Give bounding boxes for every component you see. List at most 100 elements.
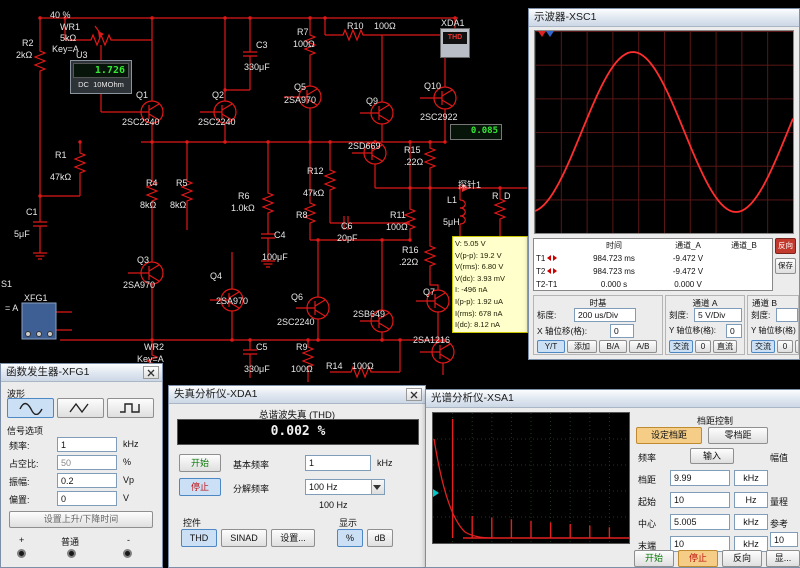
start-unit[interactable]: Hz bbox=[734, 492, 768, 508]
offset-input[interactable]: 0 bbox=[57, 491, 117, 506]
da-stop-button[interactable]: 停止 bbox=[179, 478, 221, 496]
t2-label: T2 bbox=[536, 267, 545, 276]
frequency-input[interactable]: 1 bbox=[57, 437, 117, 452]
t1-channel-a: -9.472 V bbox=[656, 252, 720, 265]
sa-reverse-button[interactable]: 反向 bbox=[722, 550, 762, 567]
channel-b-scale-value[interactable] bbox=[776, 308, 798, 322]
component-label: XDA1 bbox=[441, 18, 465, 28]
amplitude-input[interactable]: 0.2 bbox=[57, 473, 117, 488]
settings-button[interactable]: 设置... bbox=[271, 529, 315, 547]
channel-b-zero-button[interactable]: 0 bbox=[777, 340, 793, 353]
resolution-list-item[interactable]: 100 Hz bbox=[319, 500, 348, 510]
triangle-icon bbox=[68, 401, 94, 415]
multimeter-u3[interactable]: 1.726 DC 10MOhm bbox=[70, 60, 132, 94]
probe-readout-line: I(rms): 678 nA bbox=[455, 308, 525, 320]
distortion-analyzer-icon[interactable]: THD bbox=[440, 28, 470, 58]
channel-b-group: 通道 B 刻度: Y 轴位移(格) 交流 0 直流 bbox=[747, 295, 799, 355]
common-terminal[interactable] bbox=[67, 549, 76, 558]
cursor-row-delta: T2-T1 0.000 s 0.000 V bbox=[534, 278, 772, 291]
close-icon[interactable] bbox=[143, 366, 159, 379]
channel-a-dc-button[interactable]: 直流 bbox=[713, 340, 737, 353]
scope-save-button[interactable]: 保存 bbox=[775, 258, 796, 274]
cursor-col-channel-b: 通道_B bbox=[720, 239, 768, 252]
channel-a-ac-button[interactable]: 交流 bbox=[669, 340, 693, 353]
timebase-xpos-label: X 轴位移(格): bbox=[537, 325, 587, 337]
marker-icon[interactable] bbox=[433, 489, 439, 497]
t1-label: T1 bbox=[536, 254, 545, 263]
component-label: R5 bbox=[176, 178, 188, 188]
square-wave-button[interactable] bbox=[107, 398, 154, 418]
t2-right-arrow-icon[interactable] bbox=[553, 268, 557, 274]
oscilloscope-title: 示波器-XSC1 bbox=[534, 11, 596, 23]
da-start-button[interactable]: 开始 bbox=[179, 454, 221, 472]
scope-yt-button[interactable]: Y/T bbox=[537, 340, 565, 353]
component-label: C1 bbox=[26, 207, 38, 217]
set-span-button[interactable]: 设定档距 bbox=[636, 427, 702, 444]
timebase-scale-value[interactable]: 200 us/Div bbox=[574, 308, 636, 322]
start-input[interactable]: 10 bbox=[670, 492, 730, 508]
component-label: Q4 bbox=[210, 271, 222, 281]
spectrum-analyzer-titlebar[interactable]: 光谱分析仪-XSA1 bbox=[426, 390, 800, 408]
dropdown-button[interactable] bbox=[371, 480, 384, 494]
sa-stop-button[interactable]: 停止 bbox=[678, 550, 718, 567]
channel-a-ypos-value[interactable]: 0 bbox=[726, 324, 742, 338]
t1-left-arrow-icon[interactable] bbox=[547, 255, 551, 261]
channel-a-zero-button[interactable]: 0 bbox=[695, 340, 711, 353]
channel-b-dc-button[interactable]: 直流 bbox=[795, 340, 799, 353]
component-label: 2SA970 bbox=[284, 95, 316, 105]
t1-right-arrow-icon[interactable] bbox=[553, 255, 557, 261]
triangle-wave-button[interactable] bbox=[57, 398, 104, 418]
center-row-label: 中心 bbox=[638, 517, 656, 530]
t2-left-arrow-icon[interactable] bbox=[547, 268, 551, 274]
sa-show-button[interactable]: 显... bbox=[766, 550, 800, 567]
channel-a-ypos-label: Y 轴位移(格): bbox=[669, 325, 716, 336]
power-transistor-meter: 0.085 bbox=[450, 124, 502, 140]
rise-fall-time-button[interactable]: 设置上升/下降时间 bbox=[9, 511, 153, 528]
channel-a-scale-value[interactable]: 5 V/Div bbox=[694, 308, 742, 322]
span-row-label: 档距 bbox=[638, 473, 656, 486]
xfg-instrument-icon[interactable] bbox=[22, 303, 56, 339]
common-terminal-label: 普通 bbox=[61, 535, 79, 548]
oscilloscope-titlebar[interactable]: 示波器-XSC1 bbox=[529, 9, 799, 27]
span-unit[interactable]: kHz bbox=[734, 470, 768, 486]
cursor-col-channel-a: 通道_A bbox=[656, 239, 720, 252]
timebase-xpos-value[interactable]: 0 bbox=[610, 324, 634, 338]
sinad-mode-button[interactable]: SINAD bbox=[221, 529, 267, 547]
scope-ab-button[interactable]: A/B bbox=[629, 340, 657, 353]
amplitude-label: 振幅: bbox=[9, 475, 30, 488]
resolution-frequency-dropdown[interactable]: 100 Hz bbox=[305, 479, 385, 495]
scope-cursor-table: 时间 通道_A 通道_B T1 984.723 ms -9.472 V T2 9… bbox=[533, 238, 773, 291]
probe-readout-line: I: -496 nA bbox=[455, 284, 525, 296]
center-input[interactable]: 5.005 bbox=[670, 514, 730, 530]
reference-input[interactable]: 10 bbox=[770, 532, 798, 547]
scope-reverse-button[interactable]: 反向 bbox=[775, 238, 796, 254]
center-unit[interactable]: kHz bbox=[734, 514, 768, 530]
fundamental-frequency-input[interactable]: 1 bbox=[305, 455, 371, 471]
function-generator-title: 函数发生器-XFG1 bbox=[6, 366, 89, 378]
close-icon[interactable] bbox=[406, 388, 422, 401]
channel-b-ac-button[interactable]: 交流 bbox=[751, 340, 775, 353]
enter-button[interactable]: 输入 bbox=[690, 448, 734, 464]
percent-display-button[interactable]: % bbox=[337, 529, 363, 547]
sa-start-button[interactable]: 开始 bbox=[634, 550, 674, 567]
offset-unit: V bbox=[123, 493, 129, 503]
minus-terminal[interactable] bbox=[123, 549, 132, 558]
span-input[interactable]: 9.99 bbox=[670, 470, 730, 486]
probe-readout-box: V: 5.05 VV(p-p): 19.2 VV(rms): 6.80 VV(d… bbox=[452, 236, 528, 333]
cursor-2-marker[interactable] bbox=[546, 31, 554, 37]
duty-cycle-input[interactable]: 50 bbox=[57, 455, 117, 470]
component-label: 2SA970 bbox=[123, 280, 155, 290]
scope-add-button[interactable]: 添加 bbox=[567, 340, 597, 353]
distortion-analyzer-titlebar[interactable]: 失真分析仪-XDA1 bbox=[169, 386, 425, 404]
plus-terminal[interactable] bbox=[17, 549, 26, 558]
scope-ba-button[interactable]: B/A bbox=[599, 340, 627, 353]
cursor-1-marker[interactable] bbox=[538, 31, 546, 37]
db-display-button[interactable]: dB bbox=[367, 529, 393, 547]
component-label: Q10 bbox=[424, 81, 441, 91]
t1-channel-b bbox=[720, 252, 768, 265]
sine-wave-button[interactable] bbox=[7, 398, 54, 418]
function-generator-titlebar[interactable]: 函数发生器-XFG1 bbox=[1, 364, 162, 382]
component-label: 5μH bbox=[443, 217, 460, 227]
zero-span-button[interactable]: 零档距 bbox=[708, 427, 768, 444]
thd-mode-button[interactable]: THD bbox=[181, 529, 217, 547]
